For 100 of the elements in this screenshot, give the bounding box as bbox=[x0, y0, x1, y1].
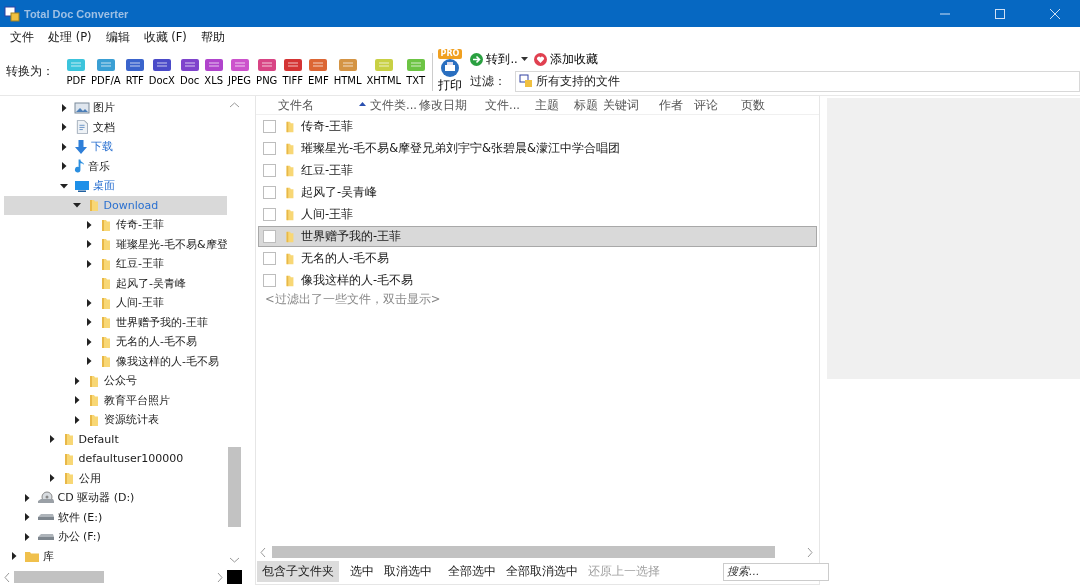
format-button[interactable]: DocX bbox=[146, 57, 178, 86]
expanded-arrow-icon[interactable] bbox=[72, 201, 81, 210]
format-button[interactable]: XHTML bbox=[363, 57, 404, 86]
column-header[interactable]: 标题 bbox=[574, 97, 603, 113]
tree-item[interactable]: 红豆-王菲 bbox=[4, 254, 227, 274]
tree-item[interactable]: Default bbox=[4, 429, 227, 449]
tree-item[interactable]: 桌面 bbox=[4, 176, 227, 196]
collapsed-arrow-icon[interactable] bbox=[22, 532, 31, 541]
column-header[interactable]: 页数 bbox=[741, 97, 781, 113]
collapsed-arrow-icon[interactable] bbox=[60, 123, 68, 132]
column-header[interactable]: 作者 bbox=[659, 97, 694, 113]
selection-button[interactable]: 全部取消选中 bbox=[501, 561, 583, 582]
tree-item[interactable]: 教育平台照片 bbox=[4, 390, 227, 410]
tree-item[interactable]: 软件 (E:) bbox=[4, 507, 227, 527]
checkbox[interactable] bbox=[263, 142, 276, 155]
checkbox[interactable] bbox=[263, 274, 276, 287]
scroll-thumb[interactable] bbox=[228, 447, 241, 527]
file-row[interactable]: 世界赠予我的-王菲 bbox=[258, 226, 817, 247]
collapsed-arrow-icon[interactable] bbox=[85, 240, 93, 249]
scroll-down-icon[interactable] bbox=[230, 557, 239, 563]
scroll-right-icon[interactable] bbox=[807, 547, 813, 557]
file-row[interactable]: 红豆-王菲 bbox=[258, 160, 817, 181]
maximize-icon[interactable] bbox=[995, 8, 1005, 19]
collapsed-arrow-icon[interactable] bbox=[47, 474, 56, 483]
column-header[interactable]: 主题 bbox=[535, 97, 574, 113]
format-button[interactable]: HTML bbox=[331, 57, 364, 86]
collapsed-arrow-icon[interactable] bbox=[72, 396, 81, 405]
goto-button[interactable]: 转到.. bbox=[470, 51, 528, 67]
collapsed-arrow-icon[interactable] bbox=[85, 337, 93, 346]
tree-item[interactable]: 像我这样的人-毛不易 bbox=[4, 351, 227, 371]
selection-button[interactable]: 全部选中 bbox=[443, 561, 501, 582]
column-header[interactable]: 文件... bbox=[485, 97, 535, 113]
tree-item[interactable]: 世界赠予我的-王菲 bbox=[4, 312, 227, 332]
collapsed-arrow-icon[interactable] bbox=[60, 103, 68, 112]
file-row[interactable]: 起风了-吴青峰 bbox=[258, 182, 817, 203]
selection-button[interactable]: 取消选中 bbox=[379, 561, 437, 582]
menu-item[interactable]: 收藏 (F) bbox=[136, 30, 194, 45]
scroll-thumb[interactable] bbox=[14, 571, 104, 583]
collapsed-arrow-icon[interactable] bbox=[85, 357, 93, 366]
collapsed-arrow-icon[interactable] bbox=[10, 552, 18, 561]
format-button[interactable]: PNG bbox=[253, 57, 280, 86]
format-button[interactable]: RTF bbox=[123, 57, 147, 86]
file-row[interactable]: 无名的人-毛不易 bbox=[258, 248, 817, 269]
column-header[interactable]: 文件名 bbox=[278, 97, 370, 113]
file-row[interactable]: 传奇-王菲 bbox=[258, 116, 817, 137]
collapsed-arrow-icon[interactable] bbox=[85, 298, 93, 307]
tree-item[interactable]: 资源统计表 bbox=[4, 410, 227, 430]
tree-item[interactable]: 公众号 bbox=[4, 371, 227, 391]
collapsed-arrow-icon[interactable] bbox=[47, 435, 56, 444]
scroll-right-icon[interactable] bbox=[217, 572, 223, 582]
filter-field[interactable]: 所有支持的文件 bbox=[515, 70, 1080, 92]
tree-item[interactable]: Download bbox=[4, 195, 227, 215]
tree-item[interactable]: CD 驱动器 (D:) bbox=[4, 488, 227, 508]
format-button[interactable]: JPEG bbox=[225, 57, 254, 86]
collapsed-arrow-icon[interactable] bbox=[22, 513, 31, 522]
collapsed-arrow-icon[interactable] bbox=[60, 162, 68, 171]
file-row[interactable]: 像我这样的人-毛不易 bbox=[258, 270, 817, 291]
tree-item[interactable]: 起风了-吴青峰 bbox=[4, 273, 227, 293]
tree-item[interactable]: 办公 (F:) bbox=[4, 527, 227, 547]
close-icon[interactable] bbox=[1050, 8, 1060, 19]
tree-item[interactable]: 人间-王菲 bbox=[4, 293, 227, 313]
format-button[interactable]: XLS bbox=[201, 57, 226, 86]
format-button[interactable]: TXT bbox=[403, 57, 428, 86]
tree-item[interactable]: 库 bbox=[4, 546, 227, 566]
checkbox[interactable] bbox=[263, 208, 276, 221]
checkbox[interactable] bbox=[263, 186, 276, 199]
tree-item[interactable]: 文档 bbox=[4, 117, 227, 137]
tree-item[interactable]: 传奇-王菲 bbox=[4, 215, 227, 235]
scroll-thumb[interactable] bbox=[272, 546, 775, 558]
menu-item[interactable]: 处理 (P) bbox=[41, 30, 99, 45]
print-button[interactable]: PRO 打印 bbox=[435, 49, 465, 94]
tree-item[interactable]: 公用 bbox=[4, 468, 227, 488]
format-button[interactable]: PDF/A bbox=[88, 57, 124, 86]
menu-item[interactable]: 编辑 bbox=[98, 30, 137, 45]
menu-item[interactable]: 文件 bbox=[3, 30, 41, 45]
column-header[interactable]: 文件类... bbox=[370, 97, 419, 113]
file-row[interactable]: 人间-王菲 bbox=[258, 204, 817, 225]
format-button[interactable]: EMF bbox=[305, 57, 332, 86]
checkbox[interactable] bbox=[263, 230, 276, 243]
format-button[interactable]: Doc bbox=[177, 57, 202, 86]
format-button[interactable]: PDF bbox=[64, 57, 89, 86]
collapsed-arrow-icon[interactable] bbox=[60, 142, 68, 151]
menu-item[interactable]: 帮助 bbox=[193, 30, 232, 45]
scroll-left-icon[interactable] bbox=[260, 547, 266, 557]
tree-item[interactable]: 图片 bbox=[4, 98, 227, 118]
scroll-left-icon[interactable] bbox=[4, 572, 10, 582]
selection-button[interactable]: 包含子文件夹 bbox=[257, 561, 339, 582]
file-row[interactable]: 璀璨星光-毛不易&摩登兄弟刘宇宁&张碧晨&濛江中学合唱团 bbox=[258, 138, 817, 159]
selection-button[interactable]: 选中 bbox=[345, 561, 379, 582]
search-field[interactable]: 搜索... bbox=[723, 562, 829, 581]
collapsed-arrow-icon[interactable] bbox=[85, 259, 93, 268]
tree-item[interactable]: 音乐 bbox=[4, 156, 227, 176]
collapsed-arrow-icon[interactable] bbox=[72, 376, 81, 385]
scroll-up-icon[interactable] bbox=[230, 102, 239, 108]
tree-item[interactable]: 璀璨星光-毛不易&摩登 bbox=[4, 234, 227, 254]
column-header[interactable]: 修改日期 bbox=[419, 97, 485, 113]
add-favorite-button[interactable]: 添加收藏 bbox=[533, 51, 598, 67]
tree-item[interactable]: defaultuser100000 bbox=[4, 449, 227, 469]
tree-item[interactable]: 下载 bbox=[4, 137, 227, 157]
column-header[interactable]: 评论 bbox=[694, 97, 741, 113]
